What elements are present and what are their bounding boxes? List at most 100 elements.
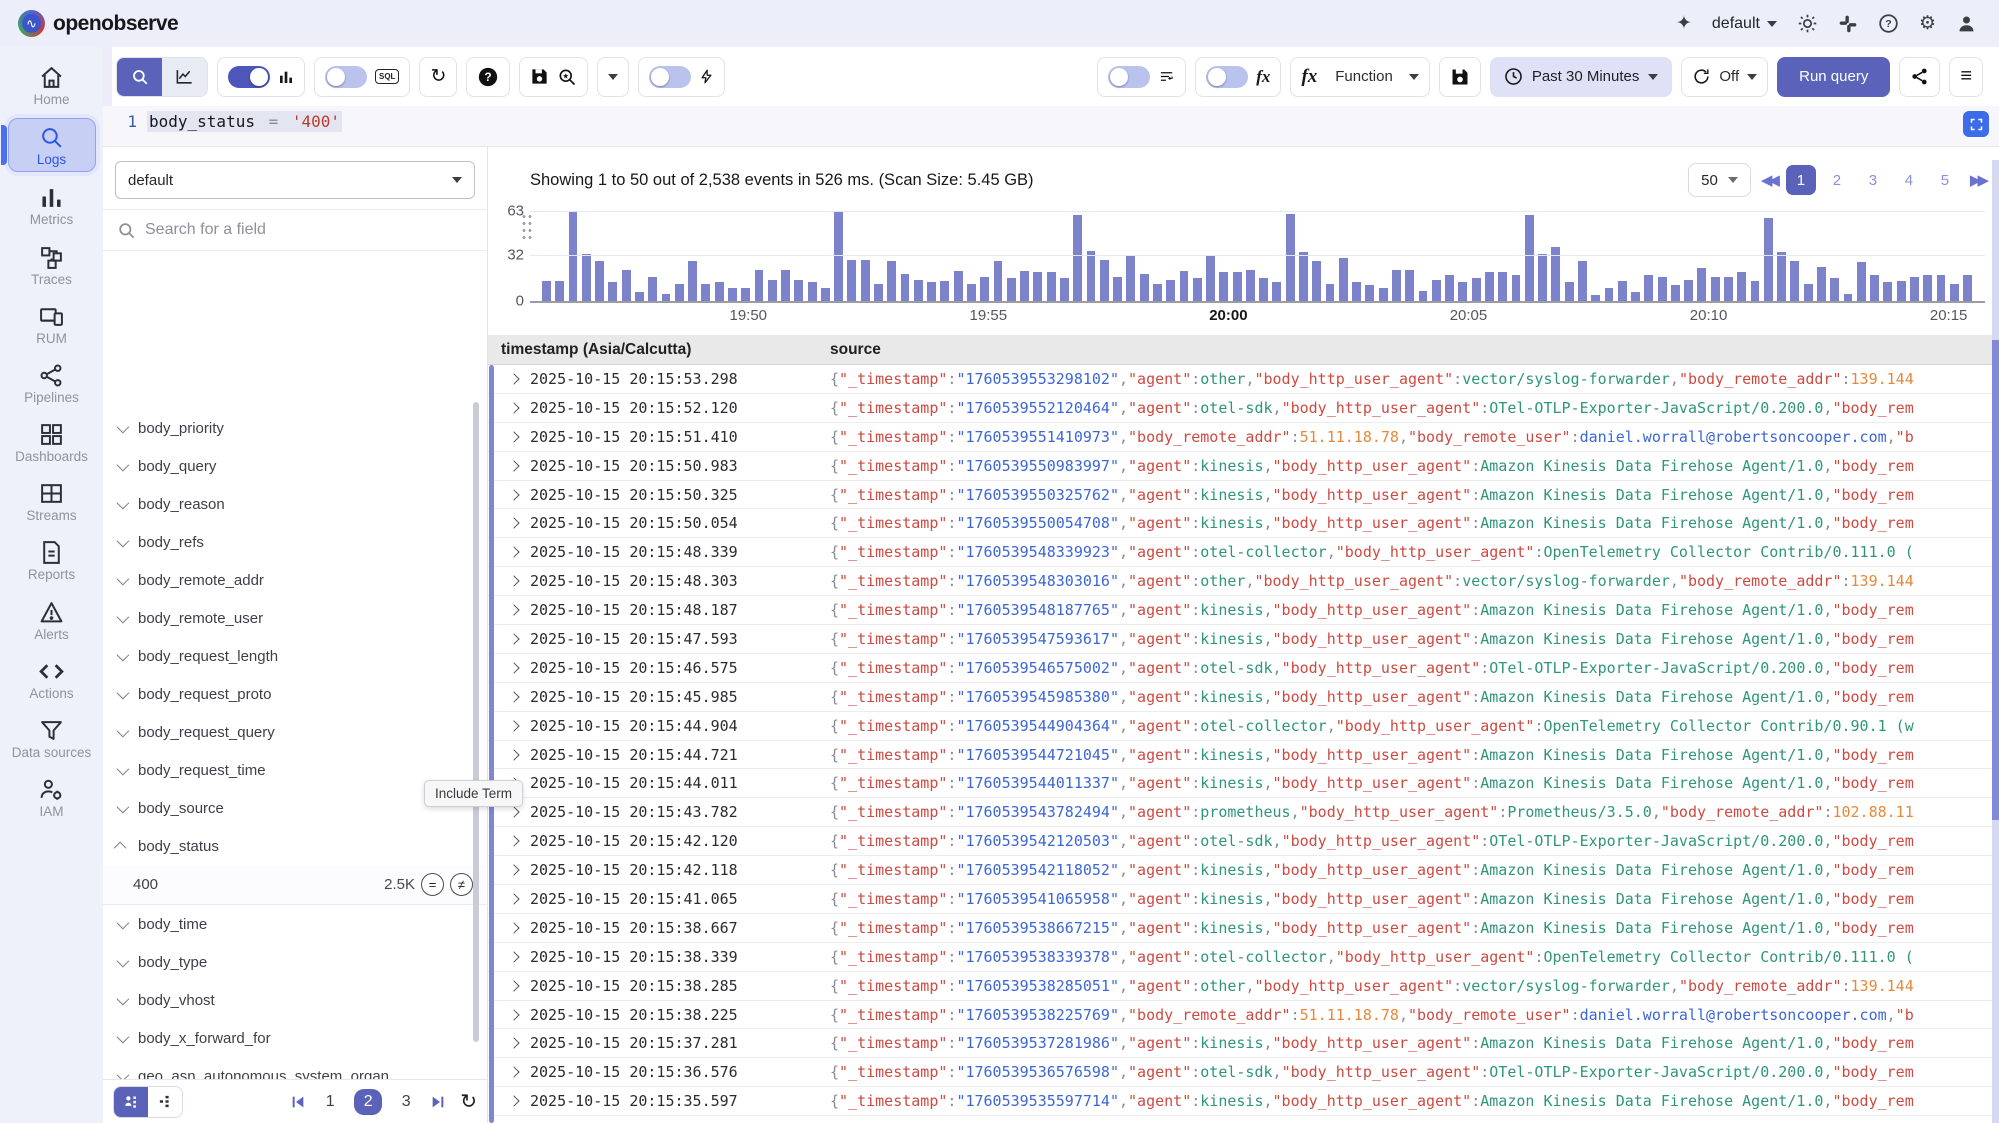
log-row[interactable]: 2025-10-15 20:15:48.303{"_timestamp":"17… xyxy=(488,567,1999,596)
log-row[interactable]: 2025-10-15 20:15:38.339{"_timestamp":"17… xyxy=(488,943,1999,972)
expand-row-icon[interactable] xyxy=(508,980,519,991)
log-row[interactable]: 2025-10-15 20:15:38.285{"_timestamp":"17… xyxy=(488,972,1999,1001)
expand-row-icon[interactable] xyxy=(508,807,519,818)
expand-row-icon[interactable] xyxy=(508,576,519,587)
column-source[interactable]: source xyxy=(830,341,881,359)
expand-row-icon[interactable] xyxy=(508,836,519,847)
field-item-body_type[interactable]: body_type xyxy=(103,943,487,981)
histogram-bar[interactable] xyxy=(1525,215,1534,301)
histogram-bar[interactable] xyxy=(1737,272,1746,301)
histogram-bar[interactable] xyxy=(1219,272,1228,301)
expand-row-icon[interactable] xyxy=(508,633,519,644)
histogram-bar[interactable] xyxy=(1419,291,1428,301)
histogram-bar[interactable] xyxy=(542,281,551,301)
histogram-bar[interactable] xyxy=(1126,255,1135,301)
sparkle-icon[interactable]: ✦ xyxy=(1676,12,1692,35)
histogram-bar[interactable] xyxy=(1180,271,1189,301)
expand-row-icon[interactable] xyxy=(508,951,519,962)
results-page-1[interactable]: 1 xyxy=(1786,165,1816,195)
histogram-bar[interactable] xyxy=(1764,218,1773,301)
log-row[interactable]: 2025-10-15 20:15:50.983{"_timestamp":"17… xyxy=(488,452,1999,481)
expand-row-icon[interactable] xyxy=(508,749,519,760)
histogram-bar[interactable] xyxy=(914,280,923,301)
reset-filters-button[interactable]: ↻ xyxy=(419,57,457,97)
sidebar-item-reports[interactable]: Reports xyxy=(8,534,96,586)
expand-row-icon[interactable] xyxy=(508,460,519,471)
histogram-bar[interactable] xyxy=(1870,275,1879,301)
histogram-bar[interactable] xyxy=(1113,277,1122,301)
histogram-bar[interactable] xyxy=(1352,282,1361,301)
histogram-bar[interactable] xyxy=(622,270,631,301)
results-page-4[interactable]: 4 xyxy=(1894,165,1924,195)
histogram-bar[interactable] xyxy=(1512,275,1521,301)
histogram-bar[interactable] xyxy=(1100,260,1109,301)
expand-row-icon[interactable] xyxy=(508,1096,519,1107)
histogram-bar[interactable] xyxy=(821,288,830,301)
histogram-bar[interactable] xyxy=(980,277,989,301)
expand-row-icon[interactable] xyxy=(508,489,519,500)
field-item-body_refs[interactable]: body_refs xyxy=(103,523,487,561)
histogram-bar[interactable] xyxy=(887,261,896,301)
theme-icon[interactable] xyxy=(1797,13,1818,34)
histogram-bar[interactable] xyxy=(1392,270,1401,301)
histogram-bar[interactable] xyxy=(861,260,870,301)
histogram-bar[interactable] xyxy=(688,261,697,301)
histogram-bar[interactable] xyxy=(1087,251,1096,301)
histogram-bar[interactable] xyxy=(1591,295,1600,301)
schema-fields-button[interactable] xyxy=(148,1087,182,1117)
histogram-bar[interactable] xyxy=(1060,278,1069,301)
histogram-bar[interactable] xyxy=(1804,284,1813,301)
field-page-3[interactable]: 3 xyxy=(396,1093,416,1111)
histogram-bar[interactable] xyxy=(1193,278,1202,301)
refresh-fields-icon[interactable]: ↻ xyxy=(460,1089,477,1114)
histogram-bar[interactable] xyxy=(1246,270,1255,301)
expand-row-icon[interactable] xyxy=(508,604,519,615)
fx-toggle[interactable] xyxy=(1206,66,1248,88)
histogram-bar[interactable] xyxy=(1857,262,1866,301)
sidebar-item-logs[interactable]: Logs xyxy=(8,118,96,172)
exclude-term-button[interactable]: ≠ xyxy=(450,873,473,896)
expand-row-icon[interactable] xyxy=(508,1038,519,1049)
histogram-bar[interactable] xyxy=(1565,282,1574,301)
expand-row-icon[interactable] xyxy=(508,662,519,673)
histogram-bar[interactable] xyxy=(741,288,750,301)
histogram-bar[interactable] xyxy=(1937,275,1946,301)
histogram-bar[interactable] xyxy=(1326,284,1335,301)
menu-button[interactable]: ≡ xyxy=(1949,57,1983,97)
function-select[interactable]: fx Function xyxy=(1290,57,1429,97)
histogram-bar[interactable] xyxy=(1817,267,1826,301)
first-page-icon[interactable] xyxy=(290,1094,306,1110)
histogram-bar[interactable] xyxy=(1578,261,1587,301)
histogram-bar[interactable] xyxy=(1910,277,1919,301)
histogram-bar[interactable] xyxy=(701,284,710,301)
last-page-button[interactable]: ▶▶ xyxy=(1966,171,1985,189)
log-row[interactable]: 2025-10-15 20:15:47.593{"_timestamp":"17… xyxy=(488,625,1999,654)
histogram-bar[interactable] xyxy=(1897,281,1906,301)
sidebar-item-streams[interactable]: Streams xyxy=(8,475,96,527)
table-scrollbar[interactable] xyxy=(489,365,494,1123)
help-icon[interactable]: ? xyxy=(1878,13,1899,34)
time-range-button[interactable]: Past 30 Minutes xyxy=(1490,57,1673,97)
histogram-bar[interactable] xyxy=(1472,278,1481,301)
fields-scrollbar[interactable] xyxy=(473,402,479,1042)
profile-icon[interactable] xyxy=(1956,13,1977,34)
log-row[interactable]: 2025-10-15 20:15:44.011{"_timestamp":"17… xyxy=(488,769,1999,798)
auto-refresh-button[interactable]: Off xyxy=(1681,57,1768,97)
histogram-bar[interactable] xyxy=(1233,272,1242,301)
expand-row-icon[interactable] xyxy=(508,720,519,731)
histogram-bar[interactable] xyxy=(1033,272,1042,301)
expand-row-icon[interactable] xyxy=(508,547,519,558)
log-row[interactable]: 2025-10-15 20:15:42.120{"_timestamp":"17… xyxy=(488,827,1999,856)
expand-row-icon[interactable] xyxy=(508,1067,519,1078)
saved-search-button[interactable]: ★ xyxy=(519,57,588,97)
field-page-1[interactable]: 1 xyxy=(320,1093,340,1111)
histogram-bar[interactable] xyxy=(715,282,724,301)
log-row[interactable]: 2025-10-15 20:15:44.904{"_timestamp":"17… xyxy=(488,712,1999,741)
histogram-bar[interactable] xyxy=(1538,254,1547,301)
log-row[interactable]: 2025-10-15 20:15:44.721{"_timestamp":"17… xyxy=(488,741,1999,770)
histogram-bar[interactable] xyxy=(635,292,644,301)
histogram-bar[interactable] xyxy=(1963,275,1972,301)
expand-editor-button[interactable] xyxy=(1963,111,1989,137)
histogram-bar[interactable] xyxy=(1658,277,1667,301)
histogram-bar[interactable] xyxy=(1605,288,1614,301)
